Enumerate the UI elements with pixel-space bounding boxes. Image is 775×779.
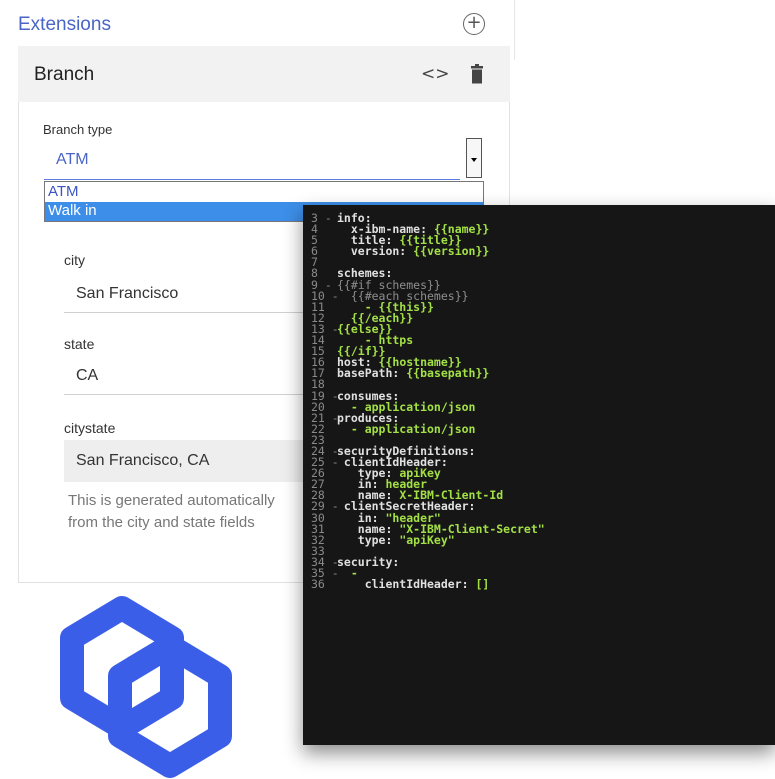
divider (514, 0, 515, 60)
code-editor[interactable]: 3 - info: 4 x-ibm-name: {{name}} 5 title: {… (303, 205, 775, 745)
citystate-value: San Francisco, CA (76, 452, 210, 469)
branch-title: Branch (34, 64, 95, 85)
extensions-title: Extensions (18, 14, 111, 35)
code-token: version: (337, 244, 414, 259)
city-underline (64, 312, 304, 313)
trash-icon[interactable] (471, 64, 483, 84)
city-label: city (64, 252, 85, 268)
code-line: 22 - application/json (311, 421, 545, 436)
plus-circle-icon[interactable]: + (463, 13, 485, 35)
select-underline (44, 179, 460, 180)
code-line: 17 basePath: {{basepath}} (311, 366, 545, 381)
branch-type-label: Branch type (43, 122, 113, 137)
state-input[interactable]: CA (76, 367, 98, 385)
branch-card-header: Branch <> (18, 46, 510, 102)
code-token: - application/json (337, 421, 476, 436)
code-token: clientIdHeader: (337, 577, 476, 592)
city-input[interactable]: San Francisco (76, 285, 178, 303)
code-view-icon[interactable]: <> (421, 64, 450, 84)
state-label: state (64, 336, 95, 352)
code-token: {{version}} (413, 244, 490, 259)
state-underline (64, 394, 304, 395)
option-atm[interactable]: ATM (45, 183, 483, 202)
line-number: 36 (311, 577, 325, 592)
dropdown-arrow-icon[interactable] (466, 138, 482, 178)
code-token: "apiKey" (399, 532, 455, 547)
code-lines: 3 - info: 4 x-ibm-name: {{name}} 5 title: {… (311, 212, 545, 592)
citystate-label: citystate (64, 420, 116, 436)
code-token: basePath: (337, 366, 407, 381)
brand-logo-icon (60, 596, 232, 778)
code-token: [] (475, 577, 490, 592)
code-token: {{basepath}} (406, 366, 490, 381)
help-text: This is generated automatically from the… (68, 492, 275, 531)
code-line: 32 type: "apiKey" (311, 532, 545, 547)
branch-type-select[interactable]: ATM (56, 151, 89, 169)
code-line: 36 clientIdHeader: [] (311, 577, 545, 592)
code-token: type: (337, 532, 400, 547)
code-line: 6 version: {{version}} (311, 244, 545, 259)
